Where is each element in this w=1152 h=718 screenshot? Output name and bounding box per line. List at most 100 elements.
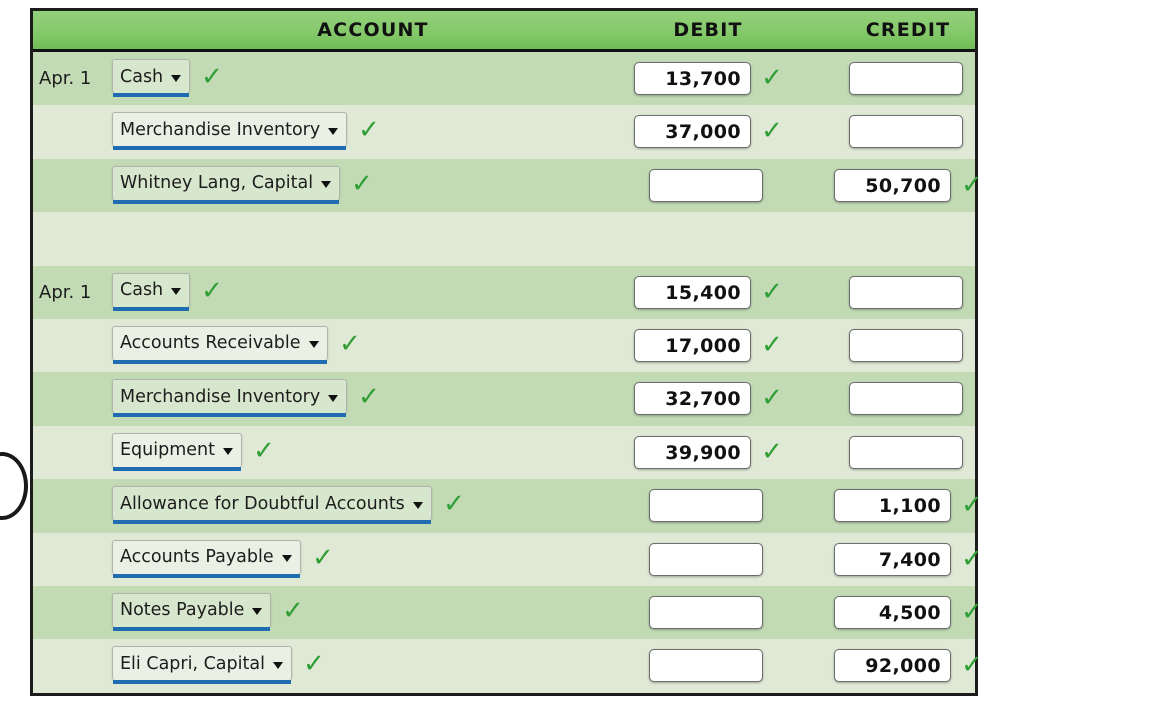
green-check-icon: ✓ — [961, 169, 983, 200]
table-row: Whitney Lang, Capital ✓ 50,700 ✓ — [33, 158, 983, 213]
account-select[interactable]: Eli Capri, Capital — [112, 646, 292, 685]
account-select-wrapper: Whitney Lang, Capital — [112, 165, 341, 204]
debit-input[interactable]: 13,700 — [634, 62, 751, 95]
account-select-value: Cash — [120, 66, 164, 87]
account-select-underline — [113, 93, 190, 97]
account-select-underline — [113, 626, 271, 631]
green-check-icon: ✓ — [253, 435, 275, 466]
green-check-icon: ✓ — [961, 650, 983, 681]
account-select[interactable]: Merchandise Inventory — [112, 379, 348, 418]
green-check-icon: ✓ — [961, 596, 983, 627]
account-select-underline — [113, 199, 340, 204]
table-row: Eli Capri, Capital ✓ 92,000 ✓ — [33, 639, 983, 693]
account-select[interactable]: Accounts Receivable — [112, 325, 328, 364]
credit-input[interactable]: 92,000 — [834, 649, 951, 683]
green-check-icon: ✓ — [761, 383, 783, 414]
green-check-icon: ✓ — [761, 63, 783, 93]
green-check-icon: ✓ — [761, 276, 783, 307]
account-select-underline — [113, 680, 291, 685]
table-header-row: ACCOUNT DEBIT CREDIT — [33, 11, 975, 52]
account-select-underline — [113, 466, 241, 471]
green-check-icon: ✓ — [443, 489, 465, 520]
green-check-icon: ✓ — [303, 649, 325, 680]
green-check-icon: ✓ — [761, 329, 783, 360]
account-select[interactable]: Cash — [112, 272, 191, 311]
debit-input[interactable] — [649, 489, 763, 523]
account-select[interactable]: Cash — [112, 59, 191, 97]
credit-input[interactable] — [849, 115, 963, 149]
table-row: Equipment ✓ 39,900 ✓ — [33, 425, 975, 480]
debit-input[interactable]: 39,900 — [634, 435, 751, 469]
account-select-value: Notes Payable — [120, 600, 245, 621]
credit-input[interactable]: 50,700 — [834, 168, 951, 202]
debit-input[interactable]: 37,000 — [634, 115, 751, 149]
entry-date: Apr. 1 — [39, 281, 92, 303]
credit-input[interactable] — [849, 435, 963, 469]
credit-input[interactable]: 1,100 — [834, 489, 951, 523]
account-select[interactable]: Notes Payable — [112, 592, 272, 631]
account-select-underline — [113, 306, 190, 311]
account-select[interactable]: Equipment — [112, 432, 242, 471]
credit-input[interactable]: 4,500 — [834, 595, 951, 629]
credit-input[interactable]: 7,400 — [834, 542, 951, 576]
spacer-row — [33, 212, 975, 266]
account-select-underline — [113, 413, 347, 418]
credit-input[interactable] — [849, 382, 963, 416]
journal-rows: Apr. 1 Cash ✓ 13,700 ✓ Merchandise Inventory ✓… — [33, 52, 983, 693]
account-select[interactable]: Allowance for Doubtful Accounts — [112, 486, 432, 525]
debit-input[interactable] — [649, 542, 763, 576]
account-select-wrapper: Accounts Payable — [112, 539, 301, 578]
account-select-underline — [113, 573, 300, 578]
account-select-wrapper: Accounts Receivable — [112, 325, 328, 364]
green-check-icon: ✓ — [339, 328, 361, 359]
account-select-wrapper: Equipment — [112, 432, 242, 471]
account-select[interactable]: Whitney Lang, Capital — [112, 165, 341, 204]
account-select-wrapper: Merchandise Inventory — [112, 379, 348, 418]
green-check-icon: ✓ — [961, 543, 983, 574]
entry-date: Apr. 1 — [39, 68, 92, 89]
green-check-icon: ✓ — [201, 275, 223, 306]
debit-input[interactable] — [649, 649, 763, 683]
table-row: Allowance for Doubtful Accounts ✓ 1,100 ✓ — [33, 479, 983, 533]
credit-input[interactable] — [849, 62, 963, 95]
green-check-icon: ✓ — [761, 436, 783, 467]
table-row: Merchandise Inventory ✓ 37,000 ✓ — [33, 105, 975, 159]
green-check-icon: ✓ — [761, 116, 783, 147]
green-check-icon: ✓ — [961, 490, 983, 521]
debit-input[interactable]: 15,400 — [634, 275, 751, 309]
account-select-wrapper: Cash — [112, 59, 191, 97]
column-header-debit: DEBIT — [673, 19, 743, 41]
account-select-underline — [113, 359, 327, 364]
account-select[interactable]: Merchandise Inventory — [112, 112, 348, 151]
green-check-icon: ✓ — [312, 542, 334, 573]
column-header-account: ACCOUNT — [317, 19, 429, 41]
account-select-value: Cash — [120, 280, 164, 301]
table-row: Accounts Payable ✓ 7,400 ✓ — [33, 532, 983, 586]
debit-input[interactable] — [649, 168, 763, 202]
account-select-value: Equipment — [120, 440, 215, 461]
account-select-wrapper: Eli Capri, Capital — [112, 646, 292, 685]
account-select-value: Whitney Lang, Capital — [120, 173, 314, 194]
debit-input[interactable]: 32,700 — [634, 382, 751, 416]
account-select-value: Merchandise Inventory — [120, 386, 321, 407]
green-check-icon: ✓ — [282, 595, 304, 626]
green-check-icon: ✓ — [358, 115, 380, 146]
credit-input[interactable] — [849, 275, 963, 309]
account-select-value: Eli Capri, Capital — [120, 653, 265, 674]
table-row: Accounts Receivable ✓ 17,000 ✓ — [33, 318, 975, 373]
account-select-wrapper: Notes Payable — [112, 592, 272, 631]
journal-entry-table: ACCOUNT DEBIT CREDIT Apr. 1 Cash ✓ 13,700 ✓ M… — [30, 8, 983, 696]
account-select-wrapper: Allowance for Doubtful Accounts — [112, 486, 432, 525]
account-select-value: Accounts Receivable — [120, 333, 301, 354]
debit-input[interactable]: 17,000 — [634, 328, 751, 362]
account-select[interactable]: Accounts Payable — [112, 539, 301, 578]
table-row: Notes Payable ✓ 4,500 ✓ — [33, 585, 983, 640]
account-select-underline — [113, 520, 431, 525]
table-row: Merchandise Inventory ✓ 32,700 ✓ — [33, 372, 975, 426]
account-select-underline — [113, 146, 347, 151]
debit-input[interactable] — [649, 595, 763, 629]
green-check-icon: ✓ — [351, 168, 373, 199]
credit-input[interactable] — [849, 328, 963, 362]
column-header-credit: CREDIT — [865, 19, 951, 41]
account-select-value: Allowance for Doubtful Accounts — [120, 493, 405, 514]
